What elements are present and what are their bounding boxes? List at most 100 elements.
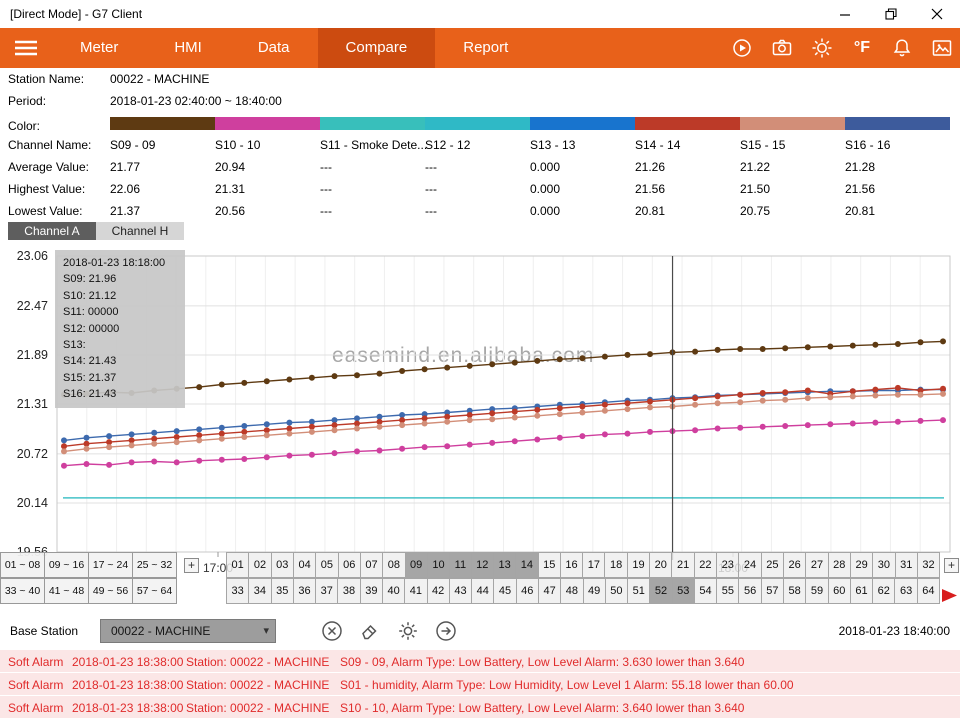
goto-button[interactable] bbox=[434, 619, 458, 643]
channel-number-cell[interactable]: 05 bbox=[315, 552, 338, 578]
snapshot-button[interactable] bbox=[770, 36, 794, 60]
nav-tab-meter[interactable]: Meter bbox=[52, 28, 146, 68]
channel-number-cell[interactable]: 53 bbox=[672, 578, 695, 604]
channel-group-cell[interactable]: 01 ~ 08 bbox=[0, 552, 45, 578]
channel-number-cell[interactable]: 41 bbox=[404, 578, 427, 604]
nav-tab-data[interactable]: Data bbox=[230, 28, 318, 68]
channel-number-cell[interactable]: 38 bbox=[337, 578, 360, 604]
add-channel-button[interactable]: + bbox=[944, 558, 959, 573]
channel-number-cell[interactable]: 18 bbox=[604, 552, 627, 578]
nav-tab-hmi[interactable]: HMI bbox=[146, 28, 230, 68]
channel-number-cell[interactable]: 01 bbox=[226, 552, 249, 578]
channel-number-cell[interactable]: 46 bbox=[516, 578, 539, 604]
channel-number-cell[interactable]: 06 bbox=[338, 552, 361, 578]
channel-number-cell[interactable]: 47 bbox=[538, 578, 561, 604]
channel-number-cell[interactable]: 64 bbox=[917, 578, 940, 604]
alarm-row[interactable]: Soft Alarm2018-01-23 18:38:00Station: 00… bbox=[0, 696, 960, 719]
channel-number-cell[interactable]: 61 bbox=[850, 578, 873, 604]
channel-number-cell[interactable]: 50 bbox=[605, 578, 628, 604]
channel-number-cell[interactable]: 04 bbox=[293, 552, 316, 578]
channel-group-cell[interactable]: 09 ~ 16 bbox=[44, 552, 89, 578]
minimize-button[interactable] bbox=[822, 0, 868, 28]
channel-number-cell[interactable]: 29 bbox=[850, 552, 873, 578]
channel-group-cell[interactable]: 25 ~ 32 bbox=[132, 552, 177, 578]
channel-number-cell[interactable]: 02 bbox=[248, 552, 271, 578]
channel-number-cell[interactable]: 45 bbox=[493, 578, 516, 604]
channel-number-cell[interactable]: 52 bbox=[649, 578, 672, 604]
nav-tab-compare[interactable]: Compare bbox=[318, 28, 436, 68]
tab-channel-a[interactable]: Channel A bbox=[8, 222, 96, 240]
channel-number-cell[interactable]: 37 bbox=[315, 578, 338, 604]
erase-button[interactable] bbox=[358, 619, 382, 643]
channel-number-cell[interactable]: 44 bbox=[471, 578, 494, 604]
channel-number-cell[interactable]: 32 bbox=[917, 552, 940, 578]
channel-number-cell[interactable]: 16 bbox=[560, 552, 583, 578]
settings-button[interactable] bbox=[396, 619, 420, 643]
channel-number-cell[interactable]: 56 bbox=[738, 578, 761, 604]
channel-number-cell[interactable]: 17 bbox=[582, 552, 605, 578]
channel-number-cell[interactable]: 63 bbox=[894, 578, 917, 604]
channel-number-cell[interactable]: 10 bbox=[427, 552, 450, 578]
channel-group-cell[interactable]: 41 ~ 48 bbox=[44, 578, 89, 604]
channel-number-cell[interactable]: 14 bbox=[515, 552, 538, 578]
channel-number-cell[interactable]: 15 bbox=[538, 552, 561, 578]
channel-number-cell[interactable]: 23 bbox=[716, 552, 739, 578]
channel-number-cell[interactable]: 51 bbox=[627, 578, 650, 604]
alarm-row[interactable]: Soft Alarm2018-01-23 18:38:00Station: 00… bbox=[0, 673, 960, 696]
channel-number-cell[interactable]: 57 bbox=[761, 578, 784, 604]
temperature-unit-button[interactable]: °F bbox=[850, 36, 874, 60]
channel-number-cell[interactable]: 20 bbox=[649, 552, 672, 578]
channel-number-cell[interactable]: 43 bbox=[449, 578, 472, 604]
brightness-button[interactable] bbox=[810, 36, 834, 60]
channel-number-cell[interactable]: 33 bbox=[226, 578, 249, 604]
channel-number-cell[interactable]: 54 bbox=[694, 578, 717, 604]
channel-number-cell[interactable]: 34 bbox=[248, 578, 271, 604]
alarm-button[interactable] bbox=[890, 36, 914, 60]
channel-number-cell[interactable]: 08 bbox=[382, 552, 405, 578]
channel-number-cell[interactable]: 39 bbox=[360, 578, 383, 604]
channel-group-cell[interactable]: 33 ~ 40 bbox=[0, 578, 45, 604]
channel-number-cell[interactable]: 48 bbox=[560, 578, 583, 604]
channel-group-cell[interactable]: 57 ~ 64 bbox=[132, 578, 177, 604]
channel-number-cell[interactable]: 42 bbox=[427, 578, 450, 604]
channel-number-cell[interactable]: 35 bbox=[271, 578, 294, 604]
close-button[interactable] bbox=[914, 0, 960, 28]
menu-button[interactable] bbox=[0, 28, 52, 68]
channel-number-cell[interactable]: 09 bbox=[405, 552, 428, 578]
maximize-button[interactable] bbox=[868, 0, 914, 28]
channel-number-cell[interactable]: 24 bbox=[738, 552, 761, 578]
channel-number-cell[interactable]: 27 bbox=[805, 552, 828, 578]
channel-number-cell[interactable]: 30 bbox=[872, 552, 895, 578]
channel-group-cell[interactable]: 17 ~ 24 bbox=[88, 552, 133, 578]
channel-number-cell[interactable]: 40 bbox=[382, 578, 405, 604]
alarm-row[interactable]: Soft Alarm2018-01-23 18:38:00Station: 00… bbox=[0, 650, 960, 673]
channel-number-cell[interactable]: 58 bbox=[783, 578, 806, 604]
channel-number-cell[interactable]: 31 bbox=[895, 552, 918, 578]
channel-number-cell[interactable]: 36 bbox=[293, 578, 316, 604]
channel-number-cell[interactable]: 49 bbox=[583, 578, 606, 604]
tab-channel-h[interactable]: Channel H bbox=[96, 222, 184, 240]
base-station-select[interactable]: 00022 - MACHINE ▾ bbox=[100, 619, 276, 643]
channel-number-cell[interactable]: 60 bbox=[828, 578, 851, 604]
channel-number-cell[interactable]: 25 bbox=[761, 552, 784, 578]
channel-number-cell[interactable]: 59 bbox=[805, 578, 828, 604]
channel-number-cell[interactable]: 03 bbox=[271, 552, 294, 578]
channel-number-cell[interactable]: 12 bbox=[471, 552, 494, 578]
channel-number-cell[interactable]: 21 bbox=[671, 552, 694, 578]
scroll-right-button[interactable] bbox=[942, 589, 958, 607]
channel-number-cell[interactable]: 13 bbox=[493, 552, 516, 578]
channel-number-cell[interactable]: 11 bbox=[449, 552, 471, 578]
channel-group-cell[interactable]: 49 ~ 56 bbox=[88, 578, 133, 604]
nav-tab-report[interactable]: Report bbox=[435, 28, 536, 68]
channel-number-cell[interactable]: 19 bbox=[627, 552, 650, 578]
channel-number-cell[interactable]: 28 bbox=[828, 552, 851, 578]
channel-number-cell[interactable]: 55 bbox=[716, 578, 739, 604]
channel-number-cell[interactable]: 22 bbox=[694, 552, 717, 578]
channel-number-cell[interactable]: 26 bbox=[783, 552, 806, 578]
channel-number-cell[interactable]: 07 bbox=[360, 552, 383, 578]
refresh-button[interactable] bbox=[730, 36, 754, 60]
channel-number-cell[interactable]: 62 bbox=[872, 578, 895, 604]
add-group-button[interactable]: + bbox=[184, 558, 199, 573]
clear-button[interactable] bbox=[320, 619, 344, 643]
export-image-button[interactable] bbox=[930, 36, 954, 60]
